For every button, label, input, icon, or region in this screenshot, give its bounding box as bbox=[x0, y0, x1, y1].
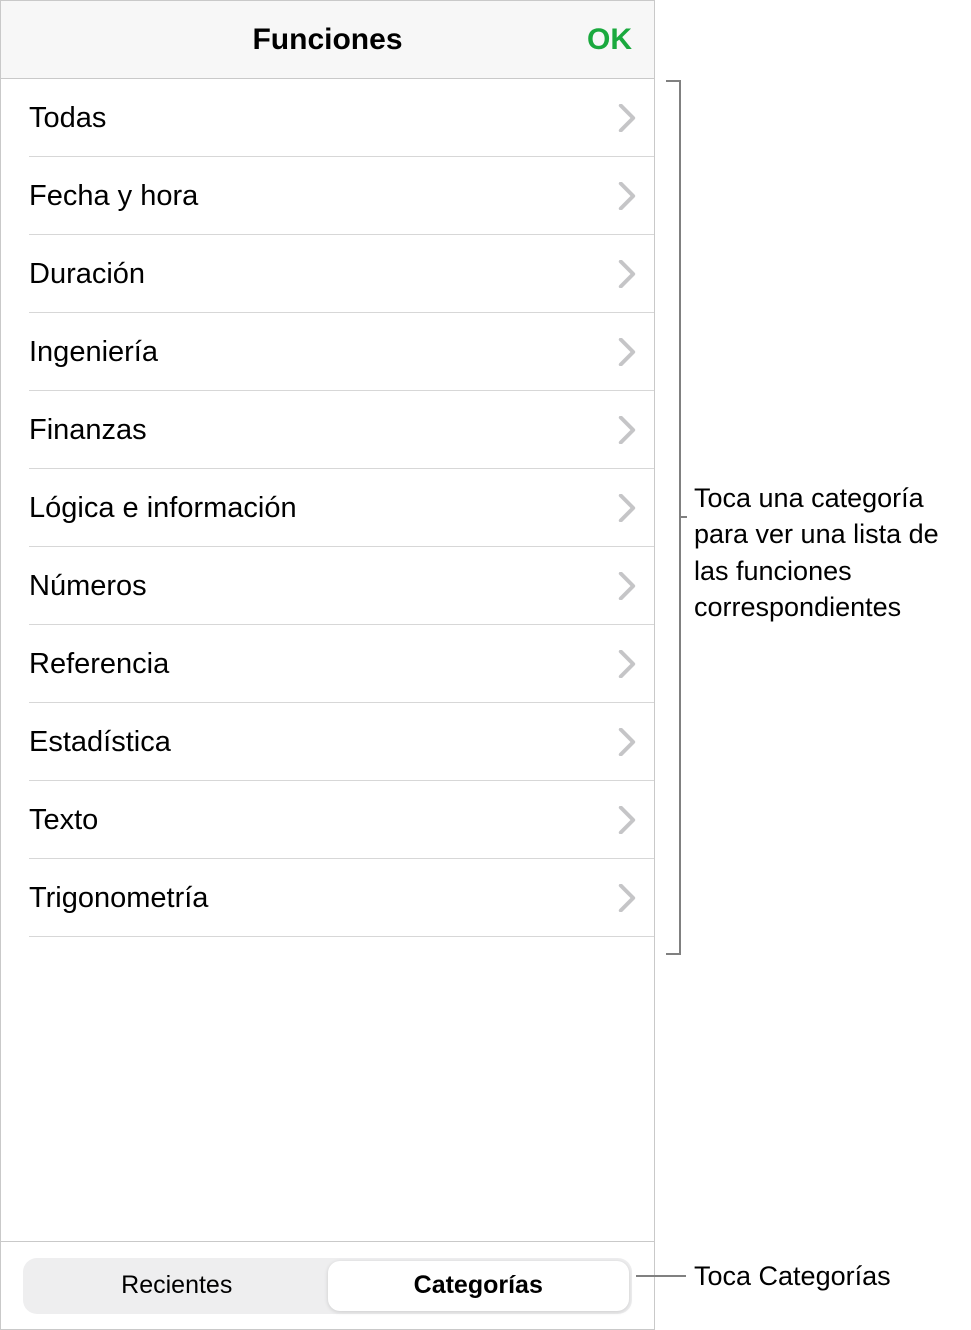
callout-connector-icon bbox=[636, 1275, 686, 1277]
chevron-right-icon bbox=[618, 572, 636, 600]
category-label: Ingeniería bbox=[29, 336, 158, 369]
chevron-right-icon bbox=[618, 338, 636, 366]
segmented-control: Recientes Categorías bbox=[23, 1258, 632, 1314]
category-label: Finanzas bbox=[29, 414, 147, 447]
callout-text-footer: Toca Categorías bbox=[694, 1258, 891, 1294]
category-label: Trigonometría bbox=[29, 882, 208, 915]
category-label: Estadística bbox=[29, 726, 171, 759]
category-label: Texto bbox=[29, 804, 98, 837]
category-item-referencia[interactable]: Referencia bbox=[1, 625, 654, 703]
panel-header: Funciones OK bbox=[1, 1, 654, 79]
callout-connector-icon bbox=[679, 516, 687, 518]
category-label: Lógica e información bbox=[29, 492, 297, 525]
category-item-numeros[interactable]: Números bbox=[1, 547, 654, 625]
functions-panel: Funciones OK Todas Fecha y hora Duración… bbox=[0, 0, 655, 1330]
ok-button[interactable]: OK bbox=[587, 23, 632, 57]
category-label: Todas bbox=[29, 102, 106, 135]
category-label: Duración bbox=[29, 258, 145, 291]
header-title: Funciones bbox=[252, 23, 402, 57]
chevron-right-icon bbox=[618, 182, 636, 210]
category-list: Todas Fecha y hora Duración Ingeniería F… bbox=[1, 79, 654, 1241]
category-item-fecha-y-hora[interactable]: Fecha y hora bbox=[1, 157, 654, 235]
category-label: Fecha y hora bbox=[29, 180, 198, 213]
chevron-right-icon bbox=[618, 260, 636, 288]
chevron-right-icon bbox=[618, 728, 636, 756]
segment-categorias[interactable]: Categorías bbox=[328, 1261, 630, 1311]
callout-text-categories: Toca una categoría para ver una lista de… bbox=[694, 480, 964, 626]
segment-recientes[interactable]: Recientes bbox=[26, 1261, 328, 1311]
category-item-ingenieria[interactable]: Ingeniería bbox=[1, 313, 654, 391]
category-item-estadistica[interactable]: Estadística bbox=[1, 703, 654, 781]
category-item-todas[interactable]: Todas bbox=[1, 79, 654, 157]
chevron-right-icon bbox=[618, 650, 636, 678]
category-item-finanzas[interactable]: Finanzas bbox=[1, 391, 654, 469]
chevron-right-icon bbox=[618, 806, 636, 834]
category-item-duracion[interactable]: Duración bbox=[1, 235, 654, 313]
chevron-right-icon bbox=[618, 494, 636, 522]
chevron-right-icon bbox=[618, 104, 636, 132]
category-item-texto[interactable]: Texto bbox=[1, 781, 654, 859]
category-item-trigonometria[interactable]: Trigonometría bbox=[1, 859, 654, 937]
panel-footer: Recientes Categorías bbox=[1, 1241, 654, 1329]
chevron-right-icon bbox=[618, 416, 636, 444]
category-label: Referencia bbox=[29, 648, 169, 681]
chevron-right-icon bbox=[618, 884, 636, 912]
category-label: Números bbox=[29, 570, 147, 603]
category-item-logica-e-informacion[interactable]: Lógica e información bbox=[1, 469, 654, 547]
